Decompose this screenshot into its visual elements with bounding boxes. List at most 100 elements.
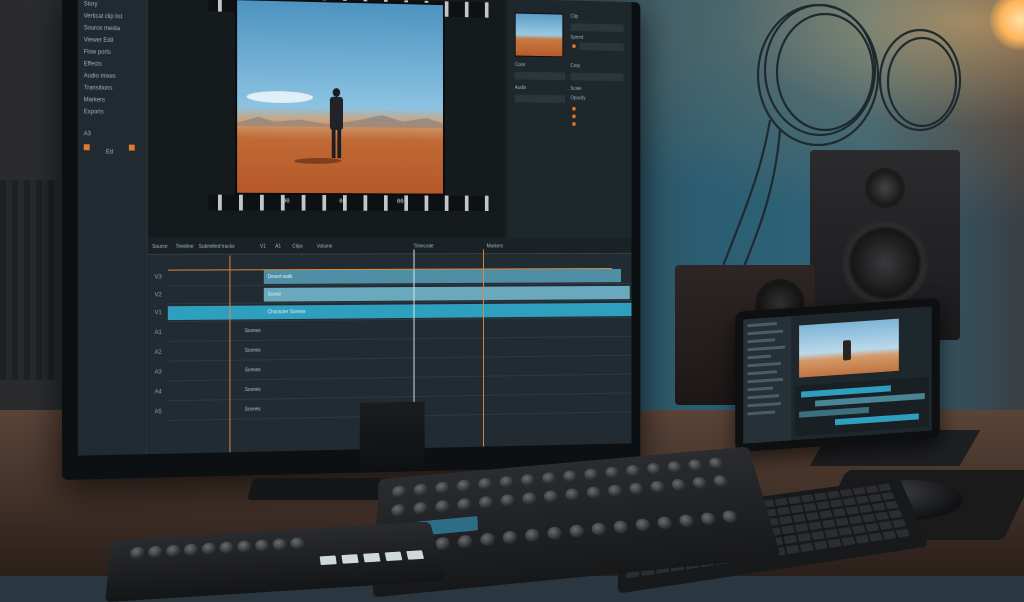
keyboard-key[interactable]	[793, 514, 806, 523]
keyboard-key[interactable]	[817, 501, 830, 509]
control-knob[interactable]	[547, 526, 562, 540]
control-knob[interactable]	[499, 476, 513, 489]
timeline-track[interactable]	[168, 321, 632, 342]
timeline-header-label[interactable]: Timeline	[176, 244, 194, 250]
control-knob[interactable]	[392, 485, 406, 498]
keyboard-key[interactable]	[856, 496, 869, 504]
viewer-frame[interactable]	[235, 0, 445, 196]
inspector-field[interactable]	[570, 23, 623, 32]
keyboard-key[interactable]	[892, 519, 906, 528]
control-knob[interactable]	[635, 518, 651, 532]
control-knob[interactable]	[565, 488, 580, 501]
control-knob[interactable]	[584, 468, 599, 481]
control-knob[interactable]	[671, 478, 687, 491]
keyboard-key[interactable]	[828, 539, 842, 548]
mixer-knob[interactable]	[148, 545, 163, 558]
timeline-header-label[interactable]: V1	[260, 244, 266, 250]
keyboard-key[interactable]	[814, 492, 827, 500]
keyboard-key[interactable]	[888, 510, 902, 519]
keyboard-key[interactable]	[775, 498, 788, 506]
keyboard-key[interactable]	[878, 484, 891, 492]
control-knob[interactable]	[607, 484, 622, 497]
keyboard-key[interactable]	[882, 531, 896, 540]
tablet-screen[interactable]	[743, 306, 932, 443]
timeline-track[interactable]	[168, 340, 632, 362]
keyboard-key[interactable]	[795, 523, 809, 532]
control-knob[interactable]	[458, 534, 473, 548]
mixer-knob[interactable]	[220, 541, 234, 554]
control-knob[interactable]	[521, 474, 535, 487]
keyboard-key[interactable]	[855, 535, 869, 544]
control-knob[interactable]	[391, 504, 405, 517]
keyboard-key[interactable]	[783, 535, 797, 544]
keyboard-key[interactable]	[803, 503, 816, 511]
control-knob[interactable]	[569, 524, 585, 538]
keyboard-key[interactable]	[786, 545, 800, 554]
control-knob[interactable]	[435, 500, 449, 513]
control-knob[interactable]	[692, 477, 708, 490]
in-marker-line[interactable]	[229, 256, 230, 453]
keyboard-key[interactable]	[896, 529, 910, 538]
keyboard-key[interactable]	[879, 521, 893, 530]
inspector-field[interactable]	[579, 42, 623, 50]
keyboard-key[interactable]	[849, 516, 863, 525]
sidebar-item[interactable]: Markers	[78, 94, 147, 107]
keyboard-key[interactable]	[840, 489, 853, 497]
sidebar-item[interactable]: Effects	[78, 58, 147, 71]
keyboard-key[interactable]	[852, 525, 866, 534]
keyboard-key[interactable]	[822, 519, 836, 528]
control-knob[interactable]	[414, 483, 428, 496]
control-knob[interactable]	[613, 520, 629, 534]
keyboard-key[interactable]	[777, 507, 790, 515]
control-knob[interactable]	[543, 490, 558, 503]
keyboard-key[interactable]	[788, 496, 801, 504]
timeline-track[interactable]: Character Scenes	[168, 302, 632, 322]
control-knob[interactable]	[502, 530, 517, 544]
timeline-clip[interactable]: Character Scenes	[168, 303, 632, 320]
control-knob[interactable]	[413, 502, 427, 515]
keyboard-key[interactable]	[881, 492, 895, 500]
mixer-knob[interactable]	[255, 539, 270, 552]
control-knob[interactable]	[605, 466, 620, 479]
sidebar-item[interactable]: Exports	[78, 106, 147, 119]
control-knob[interactable]	[712, 475, 728, 488]
drum-pad[interactable]	[406, 550, 424, 559]
keyboard-key[interactable]	[781, 525, 794, 534]
sidebar-item[interactable]: Audio mixes	[78, 70, 147, 83]
timeline-header-label[interactable]: Volume	[317, 244, 333, 250]
keyboard-key[interactable]	[827, 491, 840, 499]
control-knob[interactable]	[721, 510, 738, 524]
orange-swatch[interactable]	[84, 144, 90, 150]
control-knob[interactable]	[563, 470, 578, 483]
control-knob[interactable]	[629, 482, 645, 495]
track-label[interactable]: A1	[148, 325, 167, 341]
timeline-header-label[interactable]: Clips	[292, 244, 303, 250]
keyboard-key[interactable]	[859, 505, 873, 513]
keyboard-key[interactable]	[808, 521, 822, 530]
timeline-header-label[interactable]: Timecode	[414, 244, 434, 250]
drum-pad[interactable]	[320, 555, 337, 565]
timeline-clip[interactable]: Scene	[264, 286, 630, 302]
track-label[interactable]: V1	[148, 305, 167, 321]
drum-pad[interactable]	[363, 553, 380, 563]
mixer-knob[interactable]	[130, 547, 145, 560]
control-knob[interactable]	[625, 464, 640, 476]
keyboard-key[interactable]	[865, 523, 879, 532]
control-knob[interactable]	[687, 459, 703, 471]
track-label[interactable]: V3	[148, 270, 167, 286]
mixer-knob[interactable]	[184, 543, 198, 556]
inspector-field[interactable]	[570, 73, 623, 81]
control-knob[interactable]	[542, 472, 557, 485]
timeline-header-label[interactable]: Submitted tracks	[199, 244, 235, 250]
keyboard-key[interactable]	[819, 510, 832, 519]
inspector-field[interactable]	[515, 95, 565, 103]
keyboard-key[interactable]	[779, 516, 792, 525]
keyboard-key[interactable]	[835, 517, 849, 526]
timeline-track[interactable]: Scene	[168, 285, 632, 304]
control-knob[interactable]	[650, 480, 666, 493]
control-knob[interactable]	[657, 516, 673, 530]
keyboard-key[interactable]	[800, 543, 814, 552]
track-label[interactable]: A2	[148, 345, 167, 361]
keyboard-key[interactable]	[811, 531, 825, 540]
track-label[interactable]: A5	[148, 404, 167, 420]
